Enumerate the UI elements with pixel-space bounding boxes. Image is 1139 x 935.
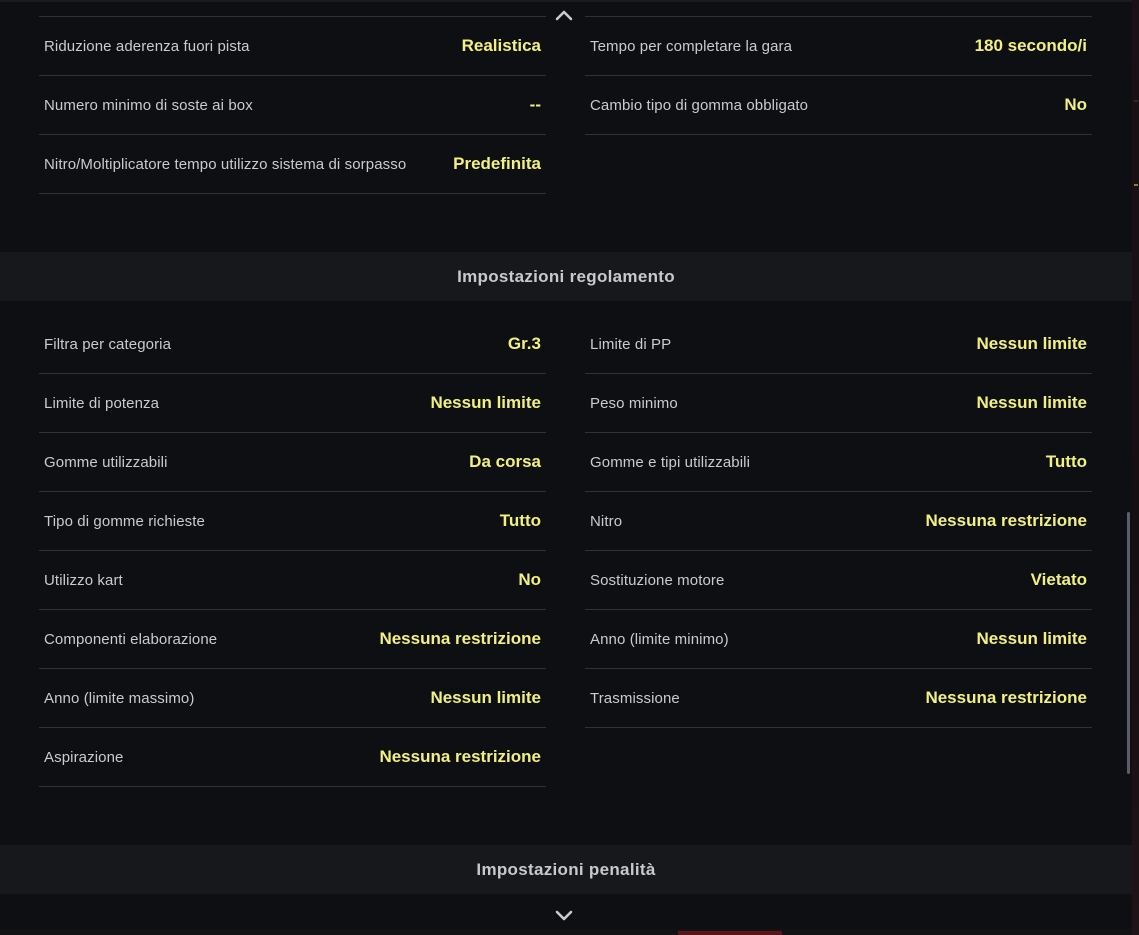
setting-value: Nessun limite <box>976 334 1087 353</box>
setting-label: Numero minimo di soste ai box <box>44 96 253 114</box>
setting-value: Da corsa <box>469 452 541 471</box>
setting-row-offtrack-grip[interactable]: Riduzione aderenza fuori pista Realistic… <box>39 17 546 76</box>
setting-value: Tutto <box>1045 452 1087 471</box>
setting-row-transmission[interactable]: Trasmissione Nessuna restrizione <box>585 669 1092 728</box>
top-edge <box>0 0 1132 2</box>
setting-label: Tipo di gomme richieste <box>44 512 205 530</box>
setting-label: Aspirazione <box>44 748 124 766</box>
setting-label: Cambio tipo di gomma obbligato <box>590 96 809 114</box>
setting-row-kart-usage[interactable]: Utilizzo kart No <box>39 551 546 610</box>
setting-value: Vietato <box>1030 570 1087 589</box>
setting-value: Nessuna restrizione <box>379 747 541 766</box>
setting-label: Componenti elaborazione <box>44 630 218 648</box>
setting-label: Riduzione aderenza fuori pista <box>44 37 250 55</box>
setting-value: Nessuna restrizione <box>925 511 1087 530</box>
setting-label: Sostituzione motore <box>590 571 725 589</box>
setting-value: 180 secondo/i <box>974 36 1087 55</box>
setting-row-nitro[interactable]: Nitro Nessuna restrizione <box>585 492 1092 551</box>
setting-row-nitro-multiplier[interactable]: Nitro/Moltiplicatore tempo utilizzo sist… <box>39 135 546 194</box>
setting-value: Nessun limite <box>976 629 1087 648</box>
setting-value: Gr.3 <box>507 334 541 353</box>
background-fleck <box>1134 184 1138 186</box>
setting-row-aspiration[interactable]: Aspirazione Nessuna restrizione <box>39 728 546 787</box>
setting-label: Anno (limite massimo) <box>44 689 195 707</box>
setting-value: Predefinita <box>453 154 541 173</box>
setting-label: Nitro/Moltiplicatore tempo utilizzo sist… <box>44 155 407 173</box>
setting-label: Limite di potenza <box>44 394 160 412</box>
setting-row-mandatory-tyre-change[interactable]: Cambio tipo di gomma obbligato No <box>585 76 1092 135</box>
background-edge <box>1132 0 1139 935</box>
setting-row-pp-limit[interactable]: Limite di PP Nessun limite <box>585 315 1092 374</box>
settings-panel: Riduzione aderenza fuori pista Realistic… <box>0 0 1132 935</box>
setting-label: Peso minimo <box>590 394 678 412</box>
setting-label: Gomme utilizzabili <box>44 453 168 471</box>
setting-value: Nessun limite <box>430 393 541 412</box>
setting-label: Limite di PP <box>590 335 672 353</box>
setting-label: Anno (limite minimo) <box>590 630 729 648</box>
setting-label: Tempo per completare la gara <box>590 37 793 55</box>
setting-row-category-filter[interactable]: Filtra per categoria Gr.3 <box>39 315 546 374</box>
setting-value: Nessun limite <box>976 393 1087 412</box>
background-highlight <box>678 931 782 935</box>
chevron-up-icon <box>555 10 573 21</box>
scrollbar-thumb[interactable] <box>1127 512 1130 774</box>
setting-row-engine-swap[interactable]: Sostituzione motore Vietato <box>585 551 1092 610</box>
setting-row-required-tyres[interactable]: Tipo di gomme richieste Tutto <box>39 492 546 551</box>
setting-value: No <box>1064 95 1087 114</box>
setting-value: Nessuna restrizione <box>925 688 1087 707</box>
section-header-penalty: Impostazioni penalità <box>0 845 1132 894</box>
setting-row-usable-tyres[interactable]: Gomme utilizzabili Da corsa <box>39 433 546 492</box>
section-title: Impostazioni regolamento <box>457 266 675 286</box>
setting-row-power-limit[interactable]: Limite di potenza Nessun limite <box>39 374 546 433</box>
setting-row-tuning-parts[interactable]: Componenti elaborazione Nessuna restrizi… <box>39 610 546 669</box>
section-header-regulation: Impostazioni regolamento <box>0 252 1132 301</box>
setting-label: Nitro <box>590 512 623 530</box>
setting-value: -- <box>529 95 541 114</box>
scroll-down-button[interactable] <box>555 909 573 921</box>
setting-row-min-pit-stops[interactable]: Numero minimo di soste ai box -- <box>39 76 546 135</box>
setting-row-year-max[interactable]: Anno (limite massimo) Nessun limite <box>39 669 546 728</box>
section-title: Impostazioni penalità <box>476 859 656 879</box>
setting-value: Nessuna restrizione <box>379 629 541 648</box>
bottom-edge <box>0 929 1132 935</box>
chevron-down-icon <box>555 910 573 921</box>
setting-row-finish-time[interactable]: Tempo per completare la gara 180 secondo… <box>585 17 1092 76</box>
setting-value: Nessun limite <box>430 688 541 707</box>
setting-label: Trasmissione <box>590 689 680 707</box>
scroll-up-button[interactable] <box>555 9 573 21</box>
setting-value: No <box>518 570 541 589</box>
setting-value: Tutto <box>499 511 541 530</box>
setting-label: Utilizzo kart <box>44 571 123 589</box>
setting-row-min-weight[interactable]: Peso minimo Nessun limite <box>585 374 1092 433</box>
background-fleck <box>1134 100 1138 102</box>
setting-label: Gomme e tipi utilizzabili <box>590 453 751 471</box>
setting-label: Filtra per categoria <box>44 335 172 353</box>
setting-row-year-min[interactable]: Anno (limite minimo) Nessun limite <box>585 610 1092 669</box>
setting-value: Realistica <box>461 36 541 55</box>
setting-row-tyres-and-types[interactable]: Gomme e tipi utilizzabili Tutto <box>585 433 1092 492</box>
